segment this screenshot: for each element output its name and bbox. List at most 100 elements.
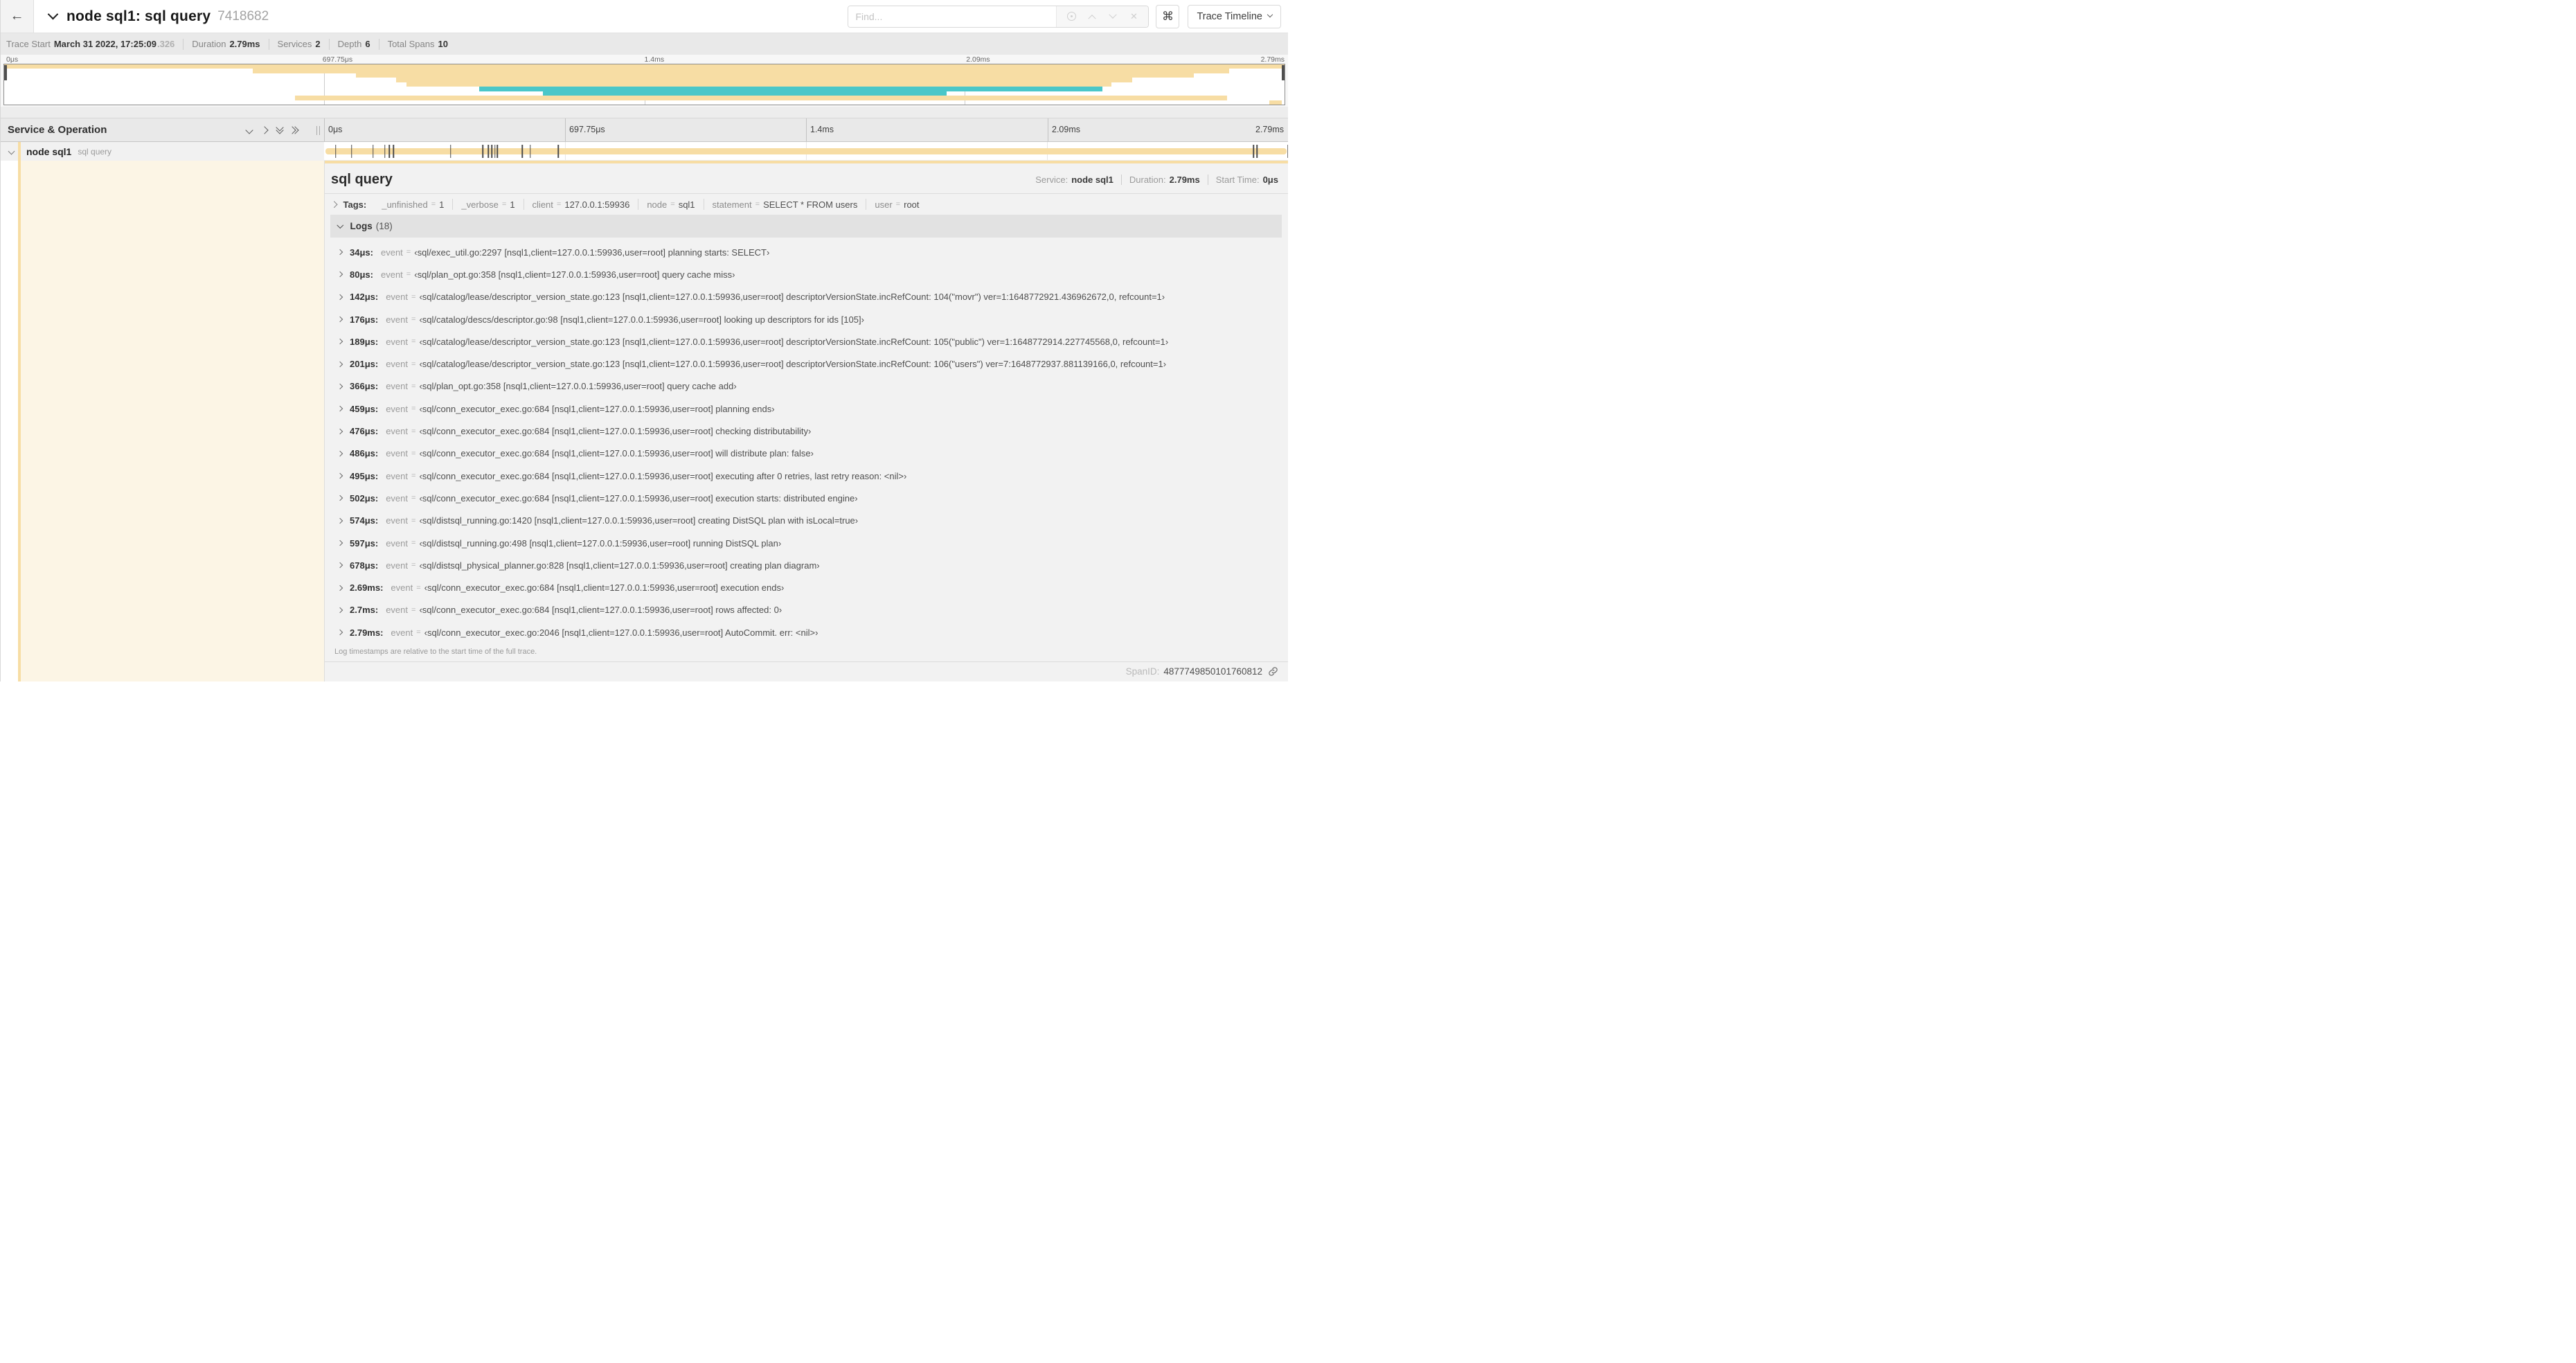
log-row[interactable]: 142μs: event = ‹sql/catalog/lease/descripto… (325, 286, 1288, 308)
chevron-right-icon (337, 361, 343, 367)
locate-result-button[interactable] (1061, 6, 1082, 27)
log-row[interactable]: 2.7ms: event = ‹sql/conn_executor_exec.go:6… (325, 599, 1288, 621)
log-field-equals: = (411, 605, 416, 614)
log-event-tick (482, 145, 483, 158)
log-field-value: ‹sql/distsql_physical_planner.go:828 [ns… (419, 560, 820, 571)
log-field-value: ‹sql/catalog/descs/descriptor.go:98 [nsq… (419, 314, 864, 325)
span-row-timeline-cell (324, 142, 1288, 161)
log-field-equals: = (416, 628, 421, 637)
logs-accordion-header[interactable]: Logs (18) (330, 215, 1282, 238)
page-title: node sql1: sql query (66, 8, 211, 24)
log-row[interactable]: 80μs: event = ‹sql/plan_opt.go:358 [nsql1,c… (325, 263, 1288, 285)
log-field-key: event (391, 582, 413, 594)
trace-depth: Depth 6 (330, 38, 379, 50)
copy-link-icon[interactable] (1268, 666, 1278, 677)
log-timestamp: 2.69ms: (350, 582, 384, 594)
log-field-equals: = (406, 270, 411, 279)
span-detail-meta: Service: node sql1 Duration: 2.79ms Start … (1028, 175, 1278, 185)
log-event-tick (557, 145, 560, 158)
span-id-label: SpanID: (1125, 666, 1160, 677)
log-field-value: ‹sql/conn_executor_exec.go:684 [nsql1,cl… (419, 605, 782, 616)
logs-label: Logs (350, 221, 373, 231)
log-row[interactable]: 459μs: event = ‹sql/conn_executor_exec.go:6… (325, 398, 1288, 420)
span-expander-chevron-icon[interactable] (8, 148, 15, 155)
log-row[interactable]: 189μs: event = ‹sql/catalog/lease/descripto… (325, 330, 1288, 353)
log-row[interactable]: 597μs: event = ‹sql/distsql_running.go:498 … (325, 532, 1288, 554)
crosshair-icon (1066, 12, 1076, 21)
find-bar: ✕ (848, 5, 1150, 28)
log-row[interactable]: 502μs: event = ‹sql/conn_executor_exec.go:6… (325, 487, 1288, 509)
log-timestamps-note: Log timestamps are relative to the start… (334, 648, 537, 657)
timeline-header: Service & Operation 0μs 697.75μs 1.4ms 2… (1, 118, 1288, 142)
log-row[interactable]: 486μs: event = ‹sql/conn_executor_exec.go:6… (325, 443, 1288, 465)
expand-one-button[interactable] (260, 125, 269, 134)
span-id-value: 4877749850101760812 (1163, 666, 1262, 677)
chevron-right-icon (337, 383, 343, 390)
clear-search-button[interactable]: ✕ (1123, 6, 1144, 27)
log-row[interactable]: 476μs: event = ‹sql/conn_executor_exec.go:6… (325, 420, 1288, 442)
log-timestamp: 142μs: (350, 292, 379, 303)
prev-result-button[interactable] (1082, 6, 1102, 27)
next-result-button[interactable] (1102, 6, 1123, 27)
log-field-equals: = (411, 427, 416, 436)
span-duration-bar[interactable] (325, 148, 1287, 154)
span-detail-header: sql query Service: node sql1 Duration: 2.7… (325, 163, 1288, 194)
log-list: 34μs: event = ‹sql/exec_util.go:2297 [nsql1… (325, 241, 1288, 643)
log-field-equals: = (416, 583, 421, 592)
minimap-right-drag-handle[interactable] (1282, 65, 1285, 80)
detail-row-background (21, 161, 324, 682)
log-timestamp: 495μs: (350, 470, 379, 481)
log-field-equals: = (411, 315, 416, 324)
tag-item: _verbose = 1 (453, 199, 524, 210)
log-field-key: event (386, 537, 409, 549)
log-timestamp: 34μs: (350, 247, 373, 258)
trace-start: Trace Start March 31 2022, 17:25:09 .326 (6, 38, 184, 50)
service-operation-header: Service & Operation (1, 118, 324, 141)
tags-row[interactable]: Tags: _unfinished = 1 _verbose = 1 client = 12… (325, 194, 1288, 215)
log-event-tick (388, 145, 391, 158)
column-resizer[interactable] (316, 126, 320, 135)
log-timestamp: 201μs: (350, 359, 379, 370)
find-input[interactable] (848, 6, 1057, 27)
log-timestamp: 366μs: (350, 381, 379, 392)
log-row[interactable]: 2.79ms: event = ‹sql/conn_executor_exec.go:… (325, 621, 1288, 643)
log-field-equals: = (411, 472, 416, 481)
log-row[interactable]: 2.69ms: event = ‹sql/conn_executor_exec.go:… (325, 576, 1288, 598)
log-timestamp: 80μs: (350, 269, 373, 280)
log-event-tick (1256, 145, 1258, 158)
chevron-right-icon (337, 316, 343, 323)
log-row[interactable]: 366μs: event = ‹sql/plan_opt.go:358 [nsql1,… (325, 375, 1288, 398)
collapse-one-button[interactable] (245, 125, 253, 134)
log-field-value: ‹sql/catalog/lease/descriptor_version_st… (419, 336, 1169, 347)
log-field-value: ‹sql/exec_util.go:2297 [nsql1,client=127… (414, 247, 770, 258)
timeline-gridline (806, 118, 807, 141)
view-selector-button[interactable]: Trace Timeline (1188, 4, 1281, 28)
log-row[interactable]: 574μs: event = ‹sql/distsql_running.go:1420… (325, 510, 1288, 532)
chevron-right-icon (337, 428, 343, 434)
tag-item: _unfinished = 1 (373, 199, 454, 210)
keyboard-shortcuts-button[interactable]: ⌘ (1156, 4, 1180, 28)
log-row[interactable]: 176μs: event = ‹sql/catalog/descs/descripto… (325, 308, 1288, 330)
log-row[interactable]: 34μs: event = ‹sql/exec_util.go:2297 [nsql1… (325, 241, 1288, 263)
expand-all-button[interactable] (288, 125, 299, 134)
trace-summary-bar: Trace Start March 31 2022, 17:25:09 .326… (1, 33, 1288, 55)
minimap-left-drag-handle[interactable] (4, 65, 7, 80)
log-row[interactable]: 678μs: event = ‹sql/distsql_physical_planne… (325, 554, 1288, 576)
log-timestamp: 476μs: (350, 426, 379, 437)
log-row[interactable]: 201μs: event = ‹sql/catalog/lease/descripto… (325, 353, 1288, 375)
log-field-key: event (386, 492, 409, 504)
minimap-canvas[interactable] (3, 64, 1285, 105)
timeline-tick-label: 1.4ms (810, 125, 834, 134)
tag-item: node = sql1 (638, 199, 704, 210)
log-event-tick (393, 145, 395, 158)
log-field-key: event (386, 448, 409, 459)
trace-collapse-chevron-icon[interactable] (47, 8, 59, 20)
log-row[interactable]: 495μs: event = ‹sql/conn_executor_exec.go:6… (325, 465, 1288, 487)
back-button[interactable]: ← (1, 0, 34, 33)
log-field-equals: = (411, 449, 416, 458)
log-event-tick (521, 145, 524, 158)
log-event-tick (488, 145, 490, 158)
collapse-all-button[interactable] (276, 123, 284, 134)
log-field-value: ‹sql/conn_executor_exec.go:684 [nsql1,cl… (419, 448, 814, 459)
span-row-name-cell[interactable]: node sql1 sql query (1, 142, 324, 161)
